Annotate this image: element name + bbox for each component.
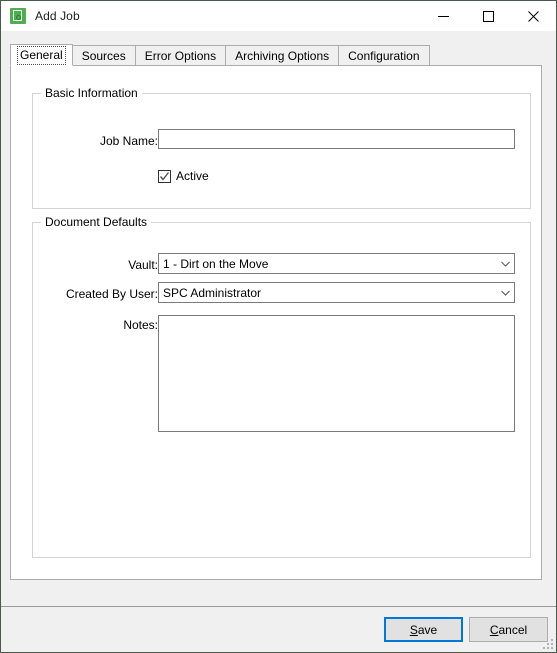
notes-label: Notes: [123,318,158,332]
group-document-defaults: Document Defaults Vault: 1 - Dirt on the… [32,215,531,558]
resize-grip[interactable] [542,638,554,650]
tab-configuration[interactable]: Configuration [338,45,430,66]
cancel-button[interactable]: Cancel [469,617,548,642]
vault-label: Vault: [128,258,158,272]
close-button[interactable] [511,1,556,31]
active-checkbox-label: Active [176,169,209,183]
save-rest: ave [417,622,438,637]
vault-combobox-value: 1 - Dirt on the Move [163,256,269,271]
tab-sources[interactable]: Sources [71,45,136,66]
minimize-button[interactable] [421,1,466,31]
job-name-label: Job Name: [99,134,158,148]
created-by-user-label: Created By User: [65,287,158,301]
window-title: Add Job [35,9,80,23]
tab-error-options-label: Error Options [144,49,217,63]
tab-general-label: General [17,46,66,65]
cancel-rest: ancel [498,622,528,637]
tab-sources-label: Sources [81,49,126,63]
group-document-defaults-label: Document Defaults [41,215,152,229]
tab-archiving-options[interactable]: Archiving Options [225,45,340,66]
notes-textarea[interactable] [158,315,515,432]
tab-page-general: Basic Information Job Name: Active Docum… [10,65,542,580]
job-name-input[interactable] [158,129,515,149]
chevron-down-icon[interactable] [497,283,514,302]
checkmark-icon [159,171,170,181]
title-bar: Add Job [1,1,556,31]
tab-archiving-options-label: Archiving Options [235,49,330,63]
active-checkbox-row[interactable]: Active [158,169,209,183]
tab-error-options[interactable]: Error Options [134,45,227,66]
created-by-user-combobox-value: SPC Administrator [163,285,262,300]
chevron-down-icon[interactable] [497,254,514,273]
vault-combobox[interactable]: 1 - Dirt on the Move [158,253,515,274]
group-basic-information-label: Basic Information [41,86,142,100]
active-checkbox[interactable] [158,169,171,183]
save-button-label: Save [410,623,437,637]
cancel-button-label: Cancel [490,623,527,637]
tab-general[interactable]: General [10,44,73,66]
tab-strip: General Sources Error Options Archiving … [1,44,556,66]
add-job-dialog: Add Job General Sources Error Options Ar… [0,0,557,653]
created-by-user-combobox[interactable]: SPC Administrator [158,282,515,303]
app-vault-icon [10,8,26,24]
tab-configuration-label: Configuration [348,49,420,63]
save-accel: S [409,622,418,637]
maximize-button[interactable] [466,1,511,31]
save-button[interactable]: Save [384,617,463,642]
group-basic-information: Basic Information Job Name: Active [32,86,531,209]
